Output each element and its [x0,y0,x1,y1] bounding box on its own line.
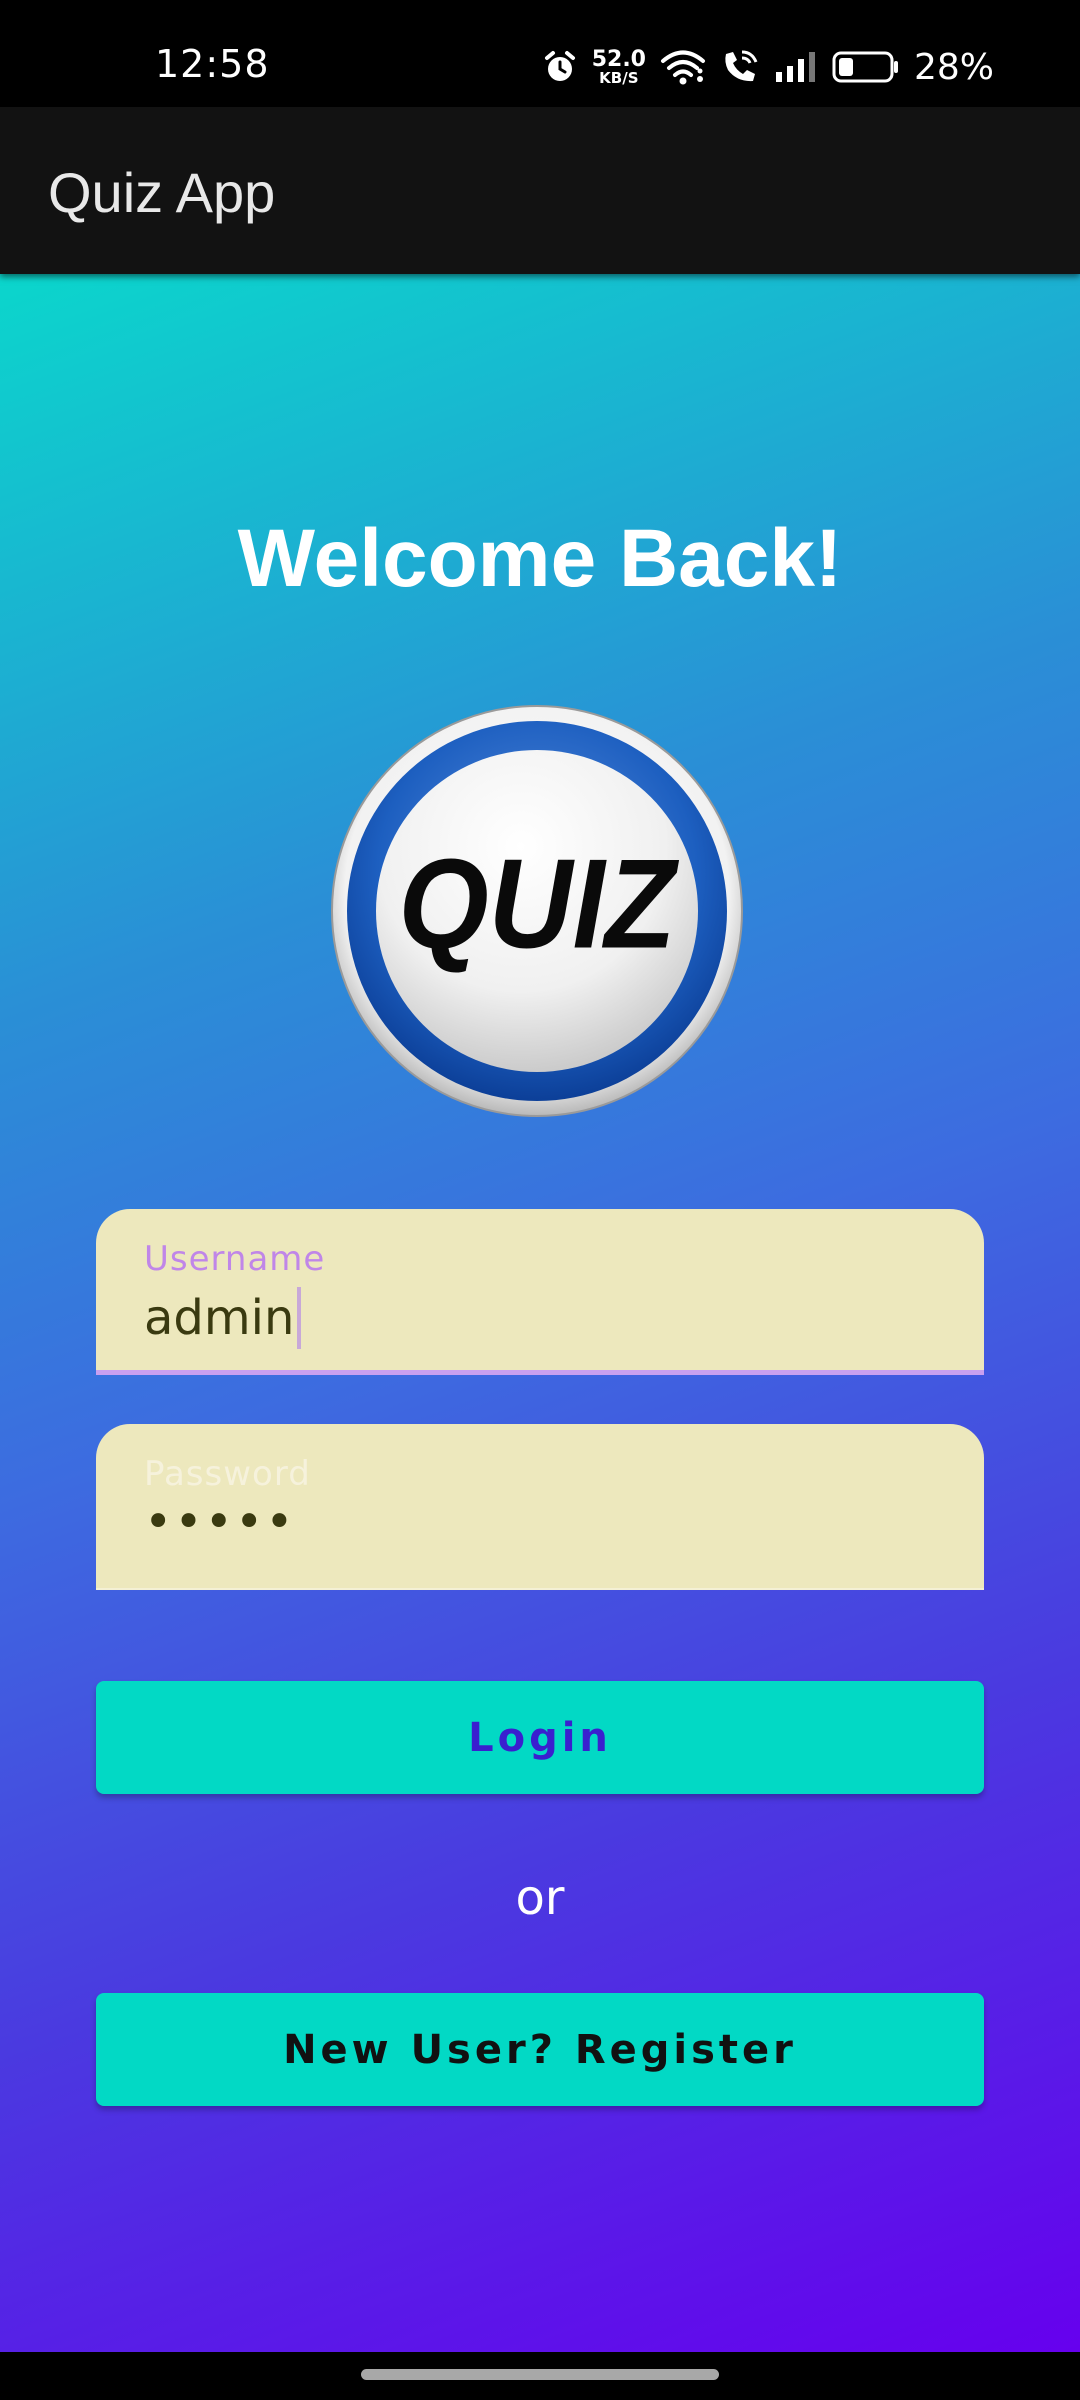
app-title: Quiz App [48,161,276,224]
quiz-logo: QUIZ [330,704,744,1118]
welcome-heading: Welcome Back! [237,513,843,604]
login-screen: Welcome Back! QUIZ Username admin Passwo… [0,274,1080,2352]
wifi-call-icon [720,48,760,86]
net-speed-unit: KB/S [599,68,639,87]
status-bar: 12:58 52.0 KB/S 28% [0,0,1080,107]
status-time: 12:58 [155,42,270,86]
navigation-bar [0,2352,1080,2400]
username-value: admin [144,1290,295,1346]
net-speed-value: 52.0 [591,46,646,72]
or-separator: or [515,1870,565,1926]
signal-icon [774,50,818,84]
home-gesture-handle[interactable] [361,2369,719,2380]
password-field[interactable]: Password ••••• [96,1424,984,1590]
app-bar: Quiz App [0,107,1080,274]
battery-percent: 28% [913,46,994,88]
register-button[interactable]: New User? Register [96,1993,984,2106]
login-button[interactable]: Login [96,1681,984,1794]
password-label: Password [144,1454,311,1494]
alarm-icon [542,49,578,85]
username-input[interactable]: admin [144,1287,302,1349]
text-cursor [297,1287,302,1349]
quiz-logo-text: QUIZ [398,832,679,974]
battery-icon [832,50,900,84]
password-input[interactable]: ••••• [144,1494,296,1550]
username-field[interactable]: Username admin [96,1209,984,1375]
net-speed: 52.0 KB/S [591,46,646,87]
wifi-icon [660,48,706,86]
screen: 12:58 52.0 KB/S 28% Quiz App Welcome Bac… [0,0,1080,2400]
status-icons: 52.0 KB/S 28% [542,40,994,94]
username-label: Username [144,1239,326,1279]
